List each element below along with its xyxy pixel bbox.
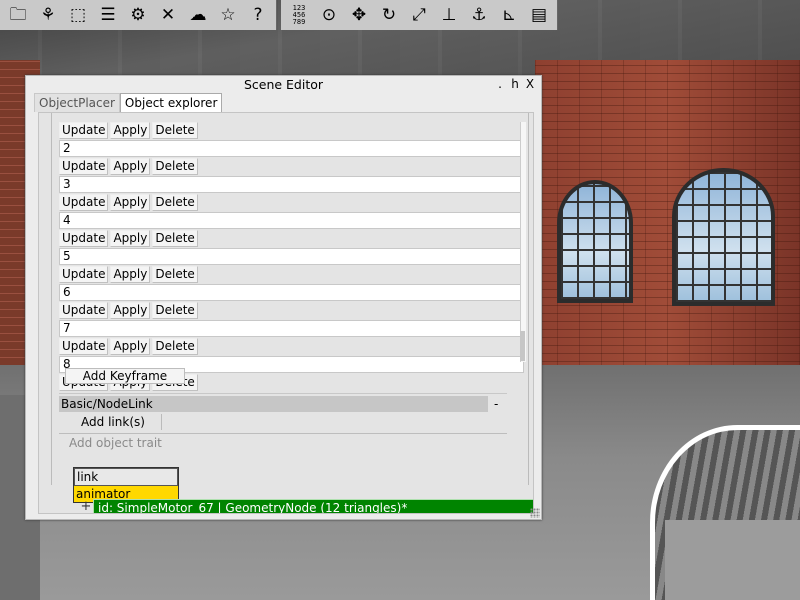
update-button[interactable]: Update (59, 338, 109, 355)
trait-dropdown: link animator (73, 467, 179, 503)
keyframe-index-field[interactable]: 7 (59, 320, 524, 337)
add-object-trait-combobox[interactable]: Add object trait (69, 435, 162, 451)
apply-button[interactable]: Apply (110, 338, 151, 355)
star-icon[interactable]: ☆ (214, 2, 242, 28)
weather-icon[interactable]: ☁ (184, 2, 212, 28)
move-icon[interactable]: ✥ (345, 2, 373, 28)
document-icon[interactable]: ▤ (525, 2, 553, 28)
numbers-icon[interactable]: 123 456 789 (285, 2, 313, 28)
toolbar-group-transform: 123 456 789 ⊙ ✥ ↻ ⤢ ⊥ ⚓ ⊾ ▤ (281, 0, 558, 30)
divider (59, 393, 507, 394)
keyframe-index-field[interactable]: 4 (59, 212, 524, 229)
keyframe-list: Update Apply Delete 2 Update Apply Delete 3 U… (59, 122, 524, 391)
keyframe-actions-row: UpdateApplyDelete (59, 302, 524, 319)
main-toolbar: 🗀 ⚘ ⬚ ☰ ⚙ ✕ ☁ ☆? 123 456 789 ⊙ ✥ ↻ ⤢ ⊥ ⚓ ⊾ ▤ (0, 0, 558, 30)
close-button[interactable]: X (522, 77, 538, 91)
keyframe-index-field[interactable]: 5 (59, 248, 524, 265)
minimize-button[interactable]: . (492, 77, 508, 91)
divider (59, 433, 507, 434)
gear-icon[interactable]: ⚙ (124, 2, 152, 28)
tab-objectplacer[interactable]: ObjectPlacer (34, 93, 120, 112)
list-icon[interactable]: ☰ (94, 2, 122, 28)
section-header-nodelink[interactable]: Basic/NodeLink (59, 396, 488, 412)
apply-button[interactable]: Apply (110, 194, 151, 211)
conveyor-base (665, 520, 800, 600)
add-keyframe-button[interactable]: Add Keyframe (65, 368, 185, 384)
camera-icon[interactable]: ⊙ (315, 2, 343, 28)
keyframe-index-field[interactable]: 2 (59, 140, 524, 157)
apply-button[interactable]: Apply (110, 122, 151, 139)
keyframe-index-field[interactable]: 3 (59, 176, 524, 193)
title-bar[interactable]: Scene Editor . h X (26, 76, 541, 93)
selected-node-label[interactable]: id: SimpleMotor_67 | GeometryNode (12 tr… (93, 499, 533, 513)
update-button[interactable]: Update (59, 194, 109, 211)
keyframe-actions-row: UpdateApplyDelete (59, 158, 524, 175)
keyframe-actions-row: UpdateApplyDelete (59, 266, 524, 283)
delete-button[interactable]: Delete (152, 338, 198, 355)
arched-window (557, 180, 633, 303)
delete-button[interactable]: Delete (152, 122, 198, 139)
apply-button[interactable]: Apply (110, 266, 151, 283)
folder-icon[interactable]: 🗀 (4, 2, 32, 28)
tools-icon[interactable]: ✕ (154, 2, 182, 28)
rotate-icon[interactable]: ↻ (375, 2, 403, 28)
update-button[interactable]: Update (59, 266, 109, 283)
object-explorer-panel: Update Apply Delete 2 Update Apply Delete 3 U… (38, 112, 534, 514)
tab-bar: ObjectPlacer Object explorer (34, 93, 223, 112)
update-button[interactable]: Update (59, 230, 109, 247)
update-button[interactable]: Update (59, 302, 109, 319)
scrollbar-thumb[interactable] (520, 331, 525, 361)
delete-button[interactable]: Delete (152, 194, 198, 211)
apply-button[interactable]: Apply (110, 158, 151, 175)
tab-object-explorer[interactable]: Object explorer (119, 93, 223, 112)
update-button[interactable]: Update (59, 158, 109, 175)
apply-button[interactable]: Apply (110, 302, 151, 319)
expand-toggle[interactable]: + (79, 500, 93, 513)
delete-button[interactable]: Delete (152, 266, 198, 283)
anchor-icon[interactable]: ⚓ (465, 2, 493, 28)
hide-button[interactable]: h (507, 77, 523, 91)
arched-window (672, 168, 775, 306)
scale-icon[interactable]: ⤢ (405, 2, 433, 28)
add-links-button[interactable]: Add link(s) (65, 414, 162, 430)
scrollbar-track[interactable] (520, 122, 526, 362)
resize-grip[interactable] (530, 508, 540, 518)
collapse-toggle[interactable]: - (494, 396, 498, 412)
apply-button[interactable]: Apply (110, 230, 151, 247)
keyframe-actions-row: Update Apply Delete (59, 122, 524, 139)
scene-editor-window: Scene Editor . h X ObjectPlacer Object e… (25, 75, 542, 520)
tree-build-icon[interactable]: ⚘ (34, 2, 62, 28)
keyframe-actions-row: UpdateApplyDelete (59, 338, 524, 355)
window-title: Scene Editor (243, 77, 324, 92)
delete-button[interactable]: Delete (152, 158, 198, 175)
toolbar-group-main: 🗀 ⚘ ⬚ ☰ ⚙ ✕ ☁ ☆? (0, 0, 277, 30)
puzzle-icon[interactable]: ⬚ (64, 2, 92, 28)
delete-button[interactable]: Delete (152, 302, 198, 319)
help-icon[interactable]: ? (244, 2, 272, 28)
measure-icon[interactable]: ⊾ (495, 2, 523, 28)
keyframe-actions-row: UpdateApplyDelete (59, 194, 524, 211)
vertical-align-icon[interactable]: ⊥ (435, 2, 463, 28)
dropdown-option-link[interactable]: link (74, 468, 178, 486)
scene-node-row: + id: SimpleMotor_67 | GeometryNode (12 … (79, 499, 533, 513)
keyframe-index-field[interactable]: 6 (59, 284, 524, 301)
update-button[interactable]: Update (59, 122, 109, 139)
keyframe-actions-row: UpdateApplyDelete (59, 230, 524, 247)
delete-button[interactable]: Delete (152, 230, 198, 247)
